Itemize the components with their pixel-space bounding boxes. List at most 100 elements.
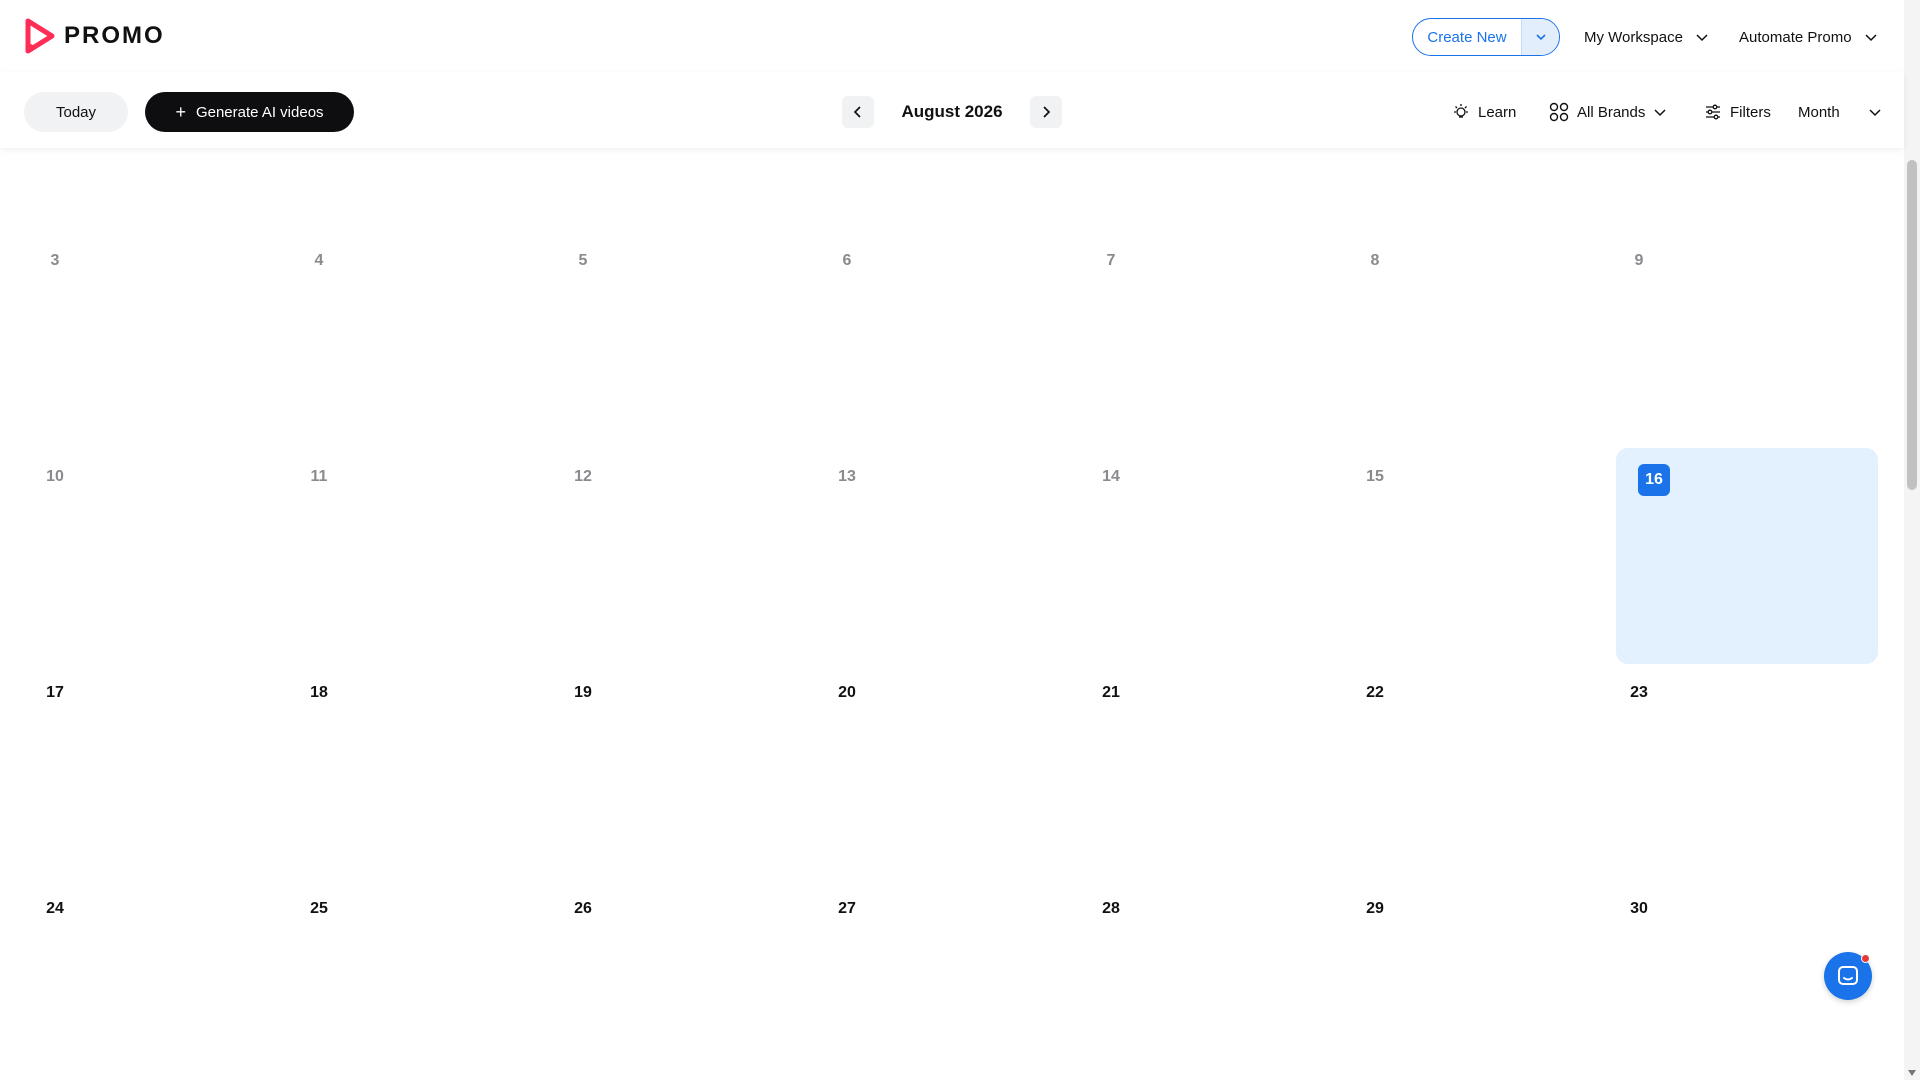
chat-icon — [1838, 966, 1858, 985]
day-number: 20 — [838, 684, 856, 701]
learn-button[interactable]: Learn — [1452, 92, 1516, 132]
calendar-day[interactable]: 27 — [816, 796, 1080, 1012]
calendar-week: 24 25 26 27 28 29 30 — [24, 796, 1872, 1012]
calendar-day[interactable]: 28 — [1080, 796, 1344, 1012]
day-number: 28 — [1102, 900, 1120, 917]
calendar-day[interactable]: 14 — [1080, 364, 1344, 580]
chevron-left-icon — [853, 106, 861, 118]
generate-ai-videos-button[interactable]: + Generate AI videos — [145, 92, 354, 132]
calendar-day[interactable]: 13 — [816, 364, 1080, 580]
day-number: 23 — [1630, 684, 1648, 701]
filters-button[interactable]: Filters — [1704, 92, 1771, 132]
grid-circles-icon — [1549, 102, 1569, 122]
day-number: 30 — [1630, 900, 1648, 917]
calendar-day[interactable]: 23 — [1608, 580, 1872, 796]
calendar-day-today[interactable]: 16 — [1608, 364, 1878, 664]
day-number: 17 — [46, 684, 64, 701]
calendar-day[interactable]: 11 — [288, 364, 552, 580]
calendar-day[interactable]: 20 — [816, 580, 1080, 796]
workspace-label: My Workspace — [1584, 28, 1683, 46]
day-number: 11 — [310, 468, 328, 485]
day-number: 13 — [838, 468, 856, 485]
plus-icon: + — [175, 102, 186, 122]
lightbulb-icon — [1454, 104, 1468, 118]
day-number: 9 — [1634, 252, 1644, 269]
day-number: 22 — [1366, 684, 1384, 701]
vertical-scrollbar[interactable] — [1904, 0, 1920, 1080]
calendar-day[interactable]: 5 — [552, 148, 816, 364]
chevron-down-icon — [1869, 109, 1881, 117]
learn-label: Learn — [1478, 103, 1517, 121]
calendar-week: 3 4 5 6 7 8 9 — [24, 148, 1872, 364]
chevron-right-icon — [1043, 106, 1051, 118]
day-number: 6 — [842, 252, 852, 269]
scrollbar-thumb[interactable] — [1907, 160, 1917, 490]
day-number: 29 — [1366, 900, 1384, 917]
chevron-down-icon — [1535, 34, 1546, 41]
scroll-down-arrow-icon[interactable] — [1908, 1070, 1916, 1076]
all-brands-label: All Brands — [1577, 103, 1646, 121]
day-number: 8 — [1370, 252, 1380, 269]
calendar-day[interactable]: 9 — [1608, 148, 1872, 364]
day-number: 25 — [310, 900, 328, 917]
calendar-week: 17 18 19 20 21 22 23 — [24, 580, 1872, 796]
day-number: 27 — [838, 900, 856, 917]
notification-dot — [1861, 954, 1870, 963]
month-calendar-grid: 3 4 5 6 7 8 9 10 11 12 13 14 15 16 17 18… — [24, 148, 1878, 1080]
calendar-day[interactable]: 4 — [288, 148, 552, 364]
day-number: 10 — [46, 468, 64, 485]
day-number: 3 — [50, 252, 60, 269]
calendar-day[interactable]: 19 — [552, 580, 816, 796]
day-number: 26 — [574, 900, 592, 917]
calendar-day[interactable]: 26 — [552, 796, 816, 1012]
workspace-dropdown[interactable]: My Workspace — [1584, 18, 1709, 56]
calendar-day[interactable]: 10 — [24, 364, 288, 580]
calendar-day[interactable]: 17 — [24, 580, 288, 796]
all-brands-dropdown[interactable]: All Brands — [1549, 92, 1667, 132]
create-new-dropdown-toggle[interactable] — [1521, 19, 1559, 55]
calendar-day[interactable]: 25 — [288, 796, 552, 1012]
day-number: 4 — [314, 252, 324, 269]
calendar-day[interactable]: 12 — [552, 364, 816, 580]
calendar-day[interactable]: 8 — [1344, 148, 1608, 364]
view-mode-dropdown[interactable]: Month — [1798, 92, 1882, 132]
automate-promo-label: Automate Promo — [1739, 28, 1852, 46]
calendar-week: 10 11 12 13 14 15 16 — [24, 364, 1878, 664]
create-new-button[interactable]: Create New — [1412, 18, 1560, 56]
day-number: 12 — [574, 468, 592, 485]
calendar-day[interactable]: 6 — [816, 148, 1080, 364]
calendar-day[interactable]: 21 — [1080, 580, 1344, 796]
promo-logo-icon — [25, 18, 55, 54]
brand-logo[interactable]: PROMO — [24, 18, 165, 54]
day-number: 19 — [574, 684, 592, 701]
top-bar: PROMO Create New My Workspace Automate P… — [0, 0, 1904, 72]
automate-promo-dropdown[interactable]: Automate Promo — [1739, 18, 1878, 56]
chevron-down-icon — [1865, 34, 1877, 42]
day-number: 14 — [1102, 468, 1120, 485]
filters-label: Filters — [1730, 103, 1771, 121]
view-mode-label: Month — [1798, 103, 1840, 121]
chevron-down-icon — [1696, 34, 1708, 42]
calendar-day[interactable]: 15 — [1344, 364, 1608, 580]
calendar-day[interactable]: 3 — [24, 148, 288, 364]
day-number: 24 — [46, 900, 64, 917]
calendar-day[interactable]: 18 — [288, 580, 552, 796]
sliders-icon — [1706, 104, 1720, 120]
today-button[interactable]: Today — [24, 92, 128, 132]
previous-month-button[interactable] — [842, 96, 874, 128]
generate-ai-videos-label: Generate AI videos — [195, 103, 324, 121]
calendar-day[interactable]: 22 — [1344, 580, 1608, 796]
chevron-down-icon — [1654, 109, 1666, 117]
calendar-day[interactable]: 24 — [24, 796, 288, 1012]
calendar-toolbar: Today + Generate AI videos August 2026 L… — [0, 72, 1904, 148]
day-number: 21 — [1102, 684, 1120, 701]
calendar-day[interactable]: 29 — [1344, 796, 1608, 1012]
today-day-badge: 16 — [1638, 464, 1670, 496]
calendar-day[interactable]: 7 — [1080, 148, 1344, 364]
next-month-button[interactable] — [1030, 96, 1062, 128]
support-chat-button[interactable] — [1824, 952, 1872, 1000]
create-new-label[interactable]: Create New — [1413, 19, 1521, 55]
day-number: 7 — [1106, 252, 1116, 269]
day-number: 18 — [310, 684, 328, 701]
day-number: 5 — [578, 252, 588, 269]
